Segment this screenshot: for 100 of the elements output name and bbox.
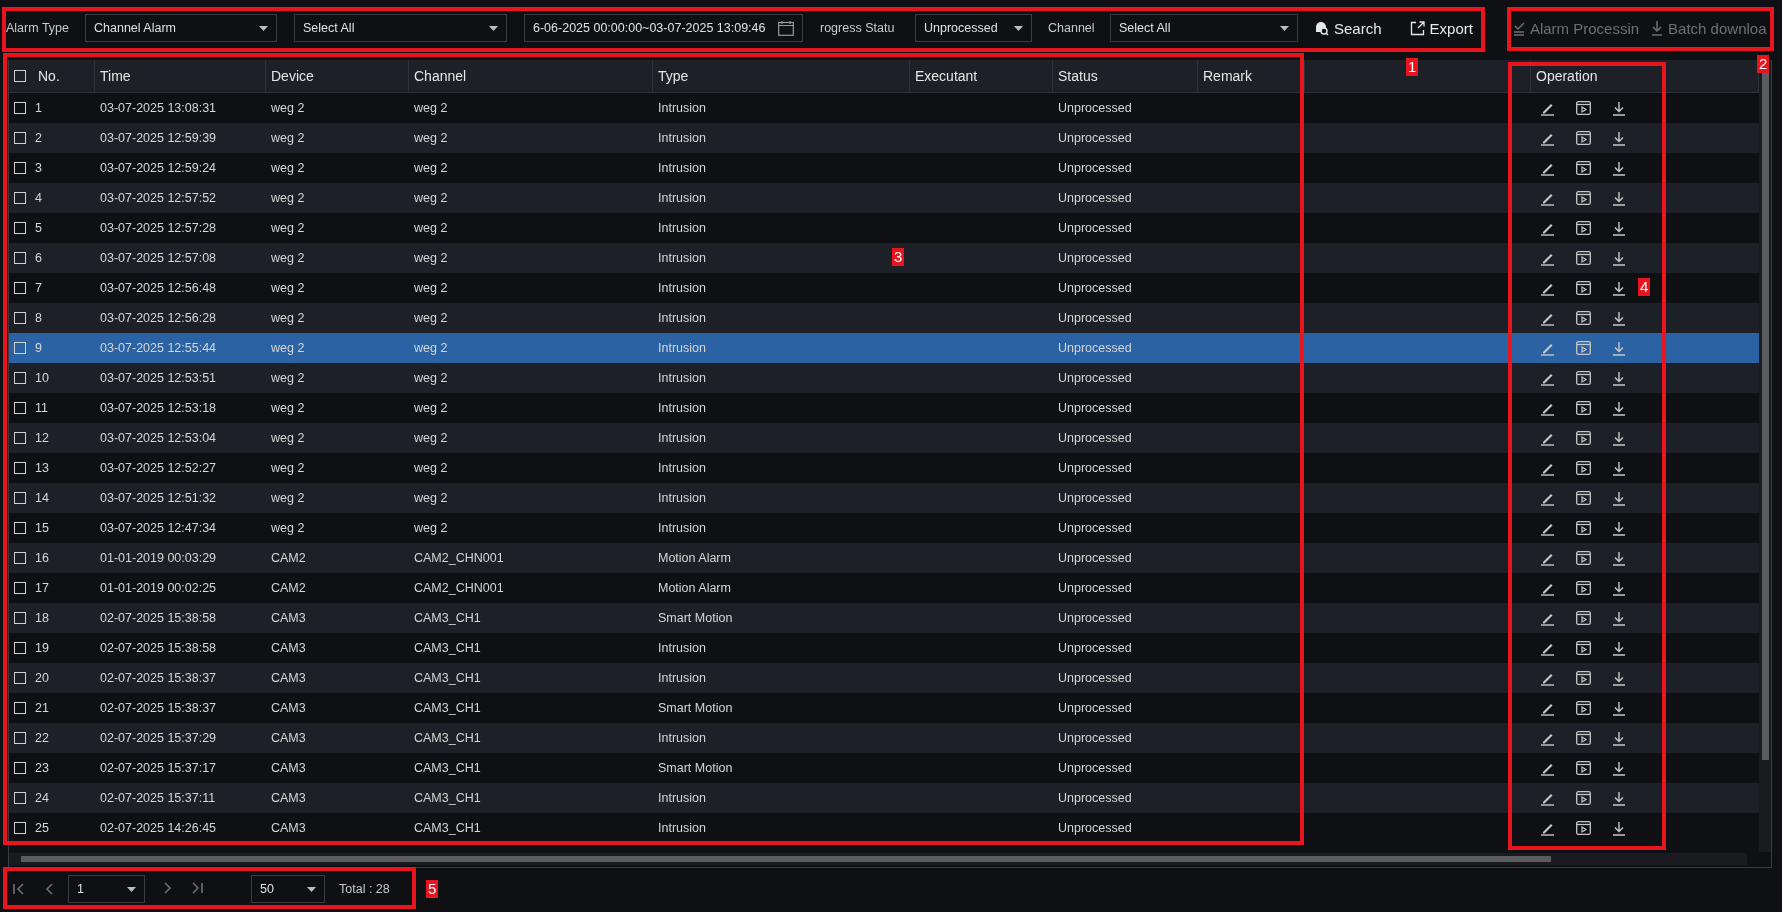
playback-button[interactable] xyxy=(1573,458,1593,478)
page-size-dropdown[interactable]: 50 xyxy=(251,875,325,903)
playback-button[interactable] xyxy=(1573,788,1593,808)
last-page-icon[interactable] xyxy=(189,879,205,896)
table-cell: 17 xyxy=(35,581,49,595)
table-cell: Intrusion xyxy=(658,821,706,835)
table-row[interactable]: 24 02-07-2025 15:37:11 CAM3 CAM3_CH1 Intrusion Unprocessed xyxy=(9,783,1759,813)
select-all-checkbox[interactable] xyxy=(14,70,26,82)
row-checkbox[interactable] xyxy=(14,582,26,594)
playback-button[interactable] xyxy=(1573,818,1593,838)
playback-button[interactable] xyxy=(1573,308,1593,328)
row-checkbox[interactable] xyxy=(14,732,26,744)
download-icon xyxy=(1612,730,1626,746)
table-cell: CAM3_CH1 xyxy=(414,821,481,835)
column-header: Channel xyxy=(414,68,467,84)
date-range-field[interactable]: 6-06-2025 00:00:00~03-07-2025 13:09:46 xyxy=(524,14,803,42)
row-checkbox[interactable] xyxy=(14,282,26,294)
playback-button[interactable] xyxy=(1573,188,1593,208)
playback-button[interactable] xyxy=(1573,158,1593,178)
calendar-icon[interactable] xyxy=(778,20,794,36)
filter-label: Alarm Type xyxy=(6,21,70,35)
vertical-scrollbar[interactable] xyxy=(1759,60,1771,852)
playback-button[interactable] xyxy=(1573,698,1593,718)
table-row[interactable]: 18 02-07-2025 15:38:58 CAM3 CAM3_CH1 Smart Motion Unprocessed xyxy=(9,603,1759,633)
table-row[interactable]: 9 03-07-2025 12:55:44 weg 2 weg 2 Intrusion Unprocessed xyxy=(9,333,1759,363)
row-checkbox[interactable] xyxy=(14,612,26,624)
row-checkbox[interactable] xyxy=(14,342,26,354)
video-window-icon xyxy=(1575,581,1591,595)
table-cell: 02-07-2025 15:38:37 xyxy=(100,671,217,685)
row-checkbox[interactable] xyxy=(14,642,26,654)
row-checkbox[interactable] xyxy=(14,402,26,414)
table-row[interactable]: 20 02-07-2025 15:38:37 CAM3 CAM3_CH1 Intrusion Unprocessed xyxy=(9,663,1759,693)
playback-button[interactable] xyxy=(1573,638,1593,658)
playback-button[interactable] xyxy=(1573,608,1593,628)
row-checkbox[interactable] xyxy=(14,822,26,834)
row-checkbox[interactable] xyxy=(14,462,26,474)
table-cell: Unprocessed xyxy=(1058,581,1132,595)
row-checkbox[interactable] xyxy=(14,372,26,384)
download-icon xyxy=(1612,100,1626,116)
playback-button[interactable] xyxy=(1573,398,1593,418)
playback-button[interactable] xyxy=(1573,758,1593,778)
table-cell: weg 2 xyxy=(414,461,448,475)
row-checkbox[interactable] xyxy=(14,672,26,684)
table-cell: Unprocessed xyxy=(1058,761,1132,775)
table-row[interactable]: 2 03-07-2025 12:59:39 weg 2 weg 2 Intrusion Unprocessed xyxy=(9,123,1759,153)
video-window-icon xyxy=(1575,461,1591,475)
table-cell: Motion Alarm xyxy=(658,581,731,595)
row-checkbox[interactable] xyxy=(14,162,26,174)
filter-dropdown[interactable]: Unprocessed xyxy=(915,14,1032,42)
table-row[interactable]: 16 01-01-2019 00:03:29 CAM2 CAM2_CHN001 Motion Alarm Unprocessed xyxy=(9,543,1759,573)
filter-dropdown[interactable]: Channel Alarm xyxy=(85,14,277,42)
playback-button[interactable] xyxy=(1573,548,1593,568)
table-cell: Intrusion xyxy=(658,221,706,235)
download-icon xyxy=(1612,280,1626,296)
page-dropdown[interactable]: 1 xyxy=(68,875,145,903)
table-cell: 02-07-2025 15:37:11 xyxy=(100,791,216,805)
row-checkbox[interactable] xyxy=(14,102,26,114)
table-cell: Intrusion xyxy=(658,281,706,295)
table-cell: Unprocessed xyxy=(1058,341,1132,355)
playback-button[interactable] xyxy=(1573,428,1593,448)
playback-button[interactable] xyxy=(1573,728,1593,748)
row-checkbox[interactable] xyxy=(14,522,26,534)
table-cell: Unprocessed xyxy=(1058,371,1132,385)
table-row[interactable]: 10 03-07-2025 12:53:51 weg 2 weg 2 Intrusion Unprocessed xyxy=(9,363,1759,393)
row-checkbox[interactable] xyxy=(14,702,26,714)
table-row[interactable]: 22 02-07-2025 15:37:29 CAM3 CAM3_CH1 Intrusion Unprocessed xyxy=(9,723,1759,753)
row-checkbox[interactable] xyxy=(14,792,26,804)
table-cell: Unprocessed xyxy=(1058,401,1132,415)
table-row[interactable]: 12 03-07-2025 12:53:04 weg 2 weg 2 Intrusion Unprocessed xyxy=(9,423,1759,453)
playback-button[interactable] xyxy=(1573,248,1593,268)
playback-button[interactable] xyxy=(1573,488,1593,508)
playback-button[interactable] xyxy=(1573,368,1593,388)
playback-button[interactable] xyxy=(1573,218,1593,238)
filter-dropdown[interactable]: Select All xyxy=(1110,14,1298,42)
row-checkbox[interactable] xyxy=(14,222,26,234)
table-cell: 13 xyxy=(35,461,49,475)
row-checkbox[interactable] xyxy=(14,492,26,504)
search-button[interactable]: Search xyxy=(1313,19,1382,37)
row-checkbox[interactable] xyxy=(14,312,26,324)
row-checkbox[interactable] xyxy=(14,762,26,774)
playback-button[interactable] xyxy=(1573,278,1593,298)
row-checkbox[interactable] xyxy=(14,252,26,264)
row-checkbox[interactable] xyxy=(14,192,26,204)
table-row[interactable]: 8 03-07-2025 12:56:28 weg 2 weg 2 Intrusion Unprocessed xyxy=(9,303,1759,333)
playback-button[interactable] xyxy=(1573,98,1593,118)
table-cell: 02-07-2025 15:38:58 xyxy=(100,611,217,625)
row-checkbox[interactable] xyxy=(14,432,26,444)
annotation-label: 1 xyxy=(1406,58,1419,76)
playback-button[interactable] xyxy=(1573,518,1593,538)
export-button[interactable]: Export xyxy=(1409,19,1473,37)
table-row[interactable]: 4 03-07-2025 12:57:52 weg 2 weg 2 Intrusion Unprocessed xyxy=(9,183,1759,213)
filter-label: rogress Statu xyxy=(820,21,896,35)
table-row[interactable]: 14 03-07-2025 12:51:32 weg 2 weg 2 Intrusion Unprocessed xyxy=(9,483,1759,513)
horizontal-scrollbar[interactable] xyxy=(9,853,1747,865)
row-checkbox[interactable] xyxy=(14,552,26,564)
playback-button[interactable] xyxy=(1573,578,1593,598)
playback-button[interactable] xyxy=(1573,128,1593,148)
playback-button[interactable] xyxy=(1573,668,1593,688)
row-checkbox[interactable] xyxy=(14,132,26,144)
filter-dropdown[interactable]: Select All xyxy=(294,14,507,42)
